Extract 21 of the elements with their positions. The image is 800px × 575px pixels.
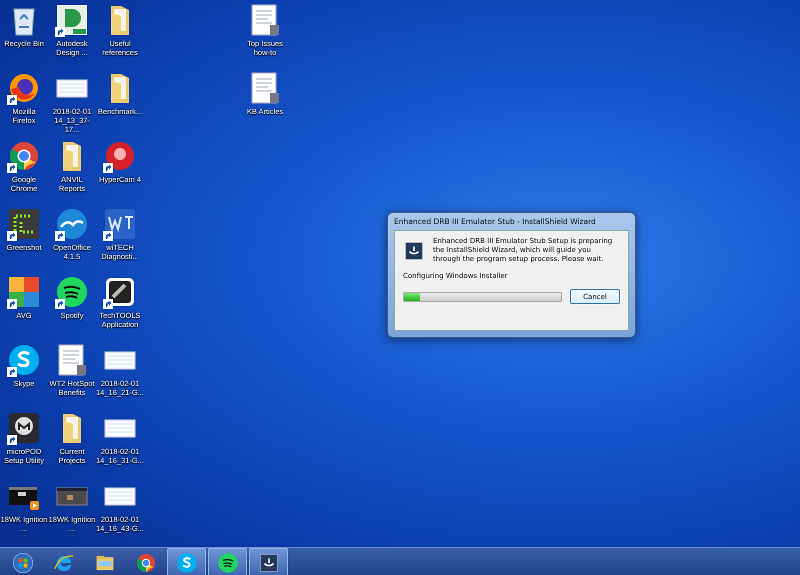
shortcut-arrow-icon	[7, 163, 17, 173]
shortcut-arrow-icon	[7, 299, 17, 309]
taskbar-button[interactable]	[167, 548, 206, 575]
skype-icon	[176, 552, 198, 574]
shortcut-arrow-icon	[7, 435, 17, 445]
shortcut-arrow-icon	[55, 231, 65, 241]
shortcut-arrow-icon	[7, 367, 17, 377]
taskbar-button[interactable]	[208, 548, 247, 575]
shortcut-arrow-icon	[102, 163, 113, 173]
shortcut-arrow-icon	[103, 231, 113, 241]
shortcut-arrow-icon	[55, 299, 65, 309]
shortcut-arrow-icon	[103, 299, 113, 309]
installer-icon	[403, 240, 425, 262]
shortcut-arrow-icon	[7, 231, 17, 241]
shortcut-arrow-icon	[7, 95, 17, 105]
installer-icon	[258, 552, 280, 574]
start-button-icon	[12, 552, 34, 574]
taskbar-button[interactable]	[249, 548, 288, 575]
chrome-icon	[134, 552, 156, 574]
spotify-icon	[216, 552, 238, 574]
shortcut-arrow-icon	[55, 27, 65, 37]
